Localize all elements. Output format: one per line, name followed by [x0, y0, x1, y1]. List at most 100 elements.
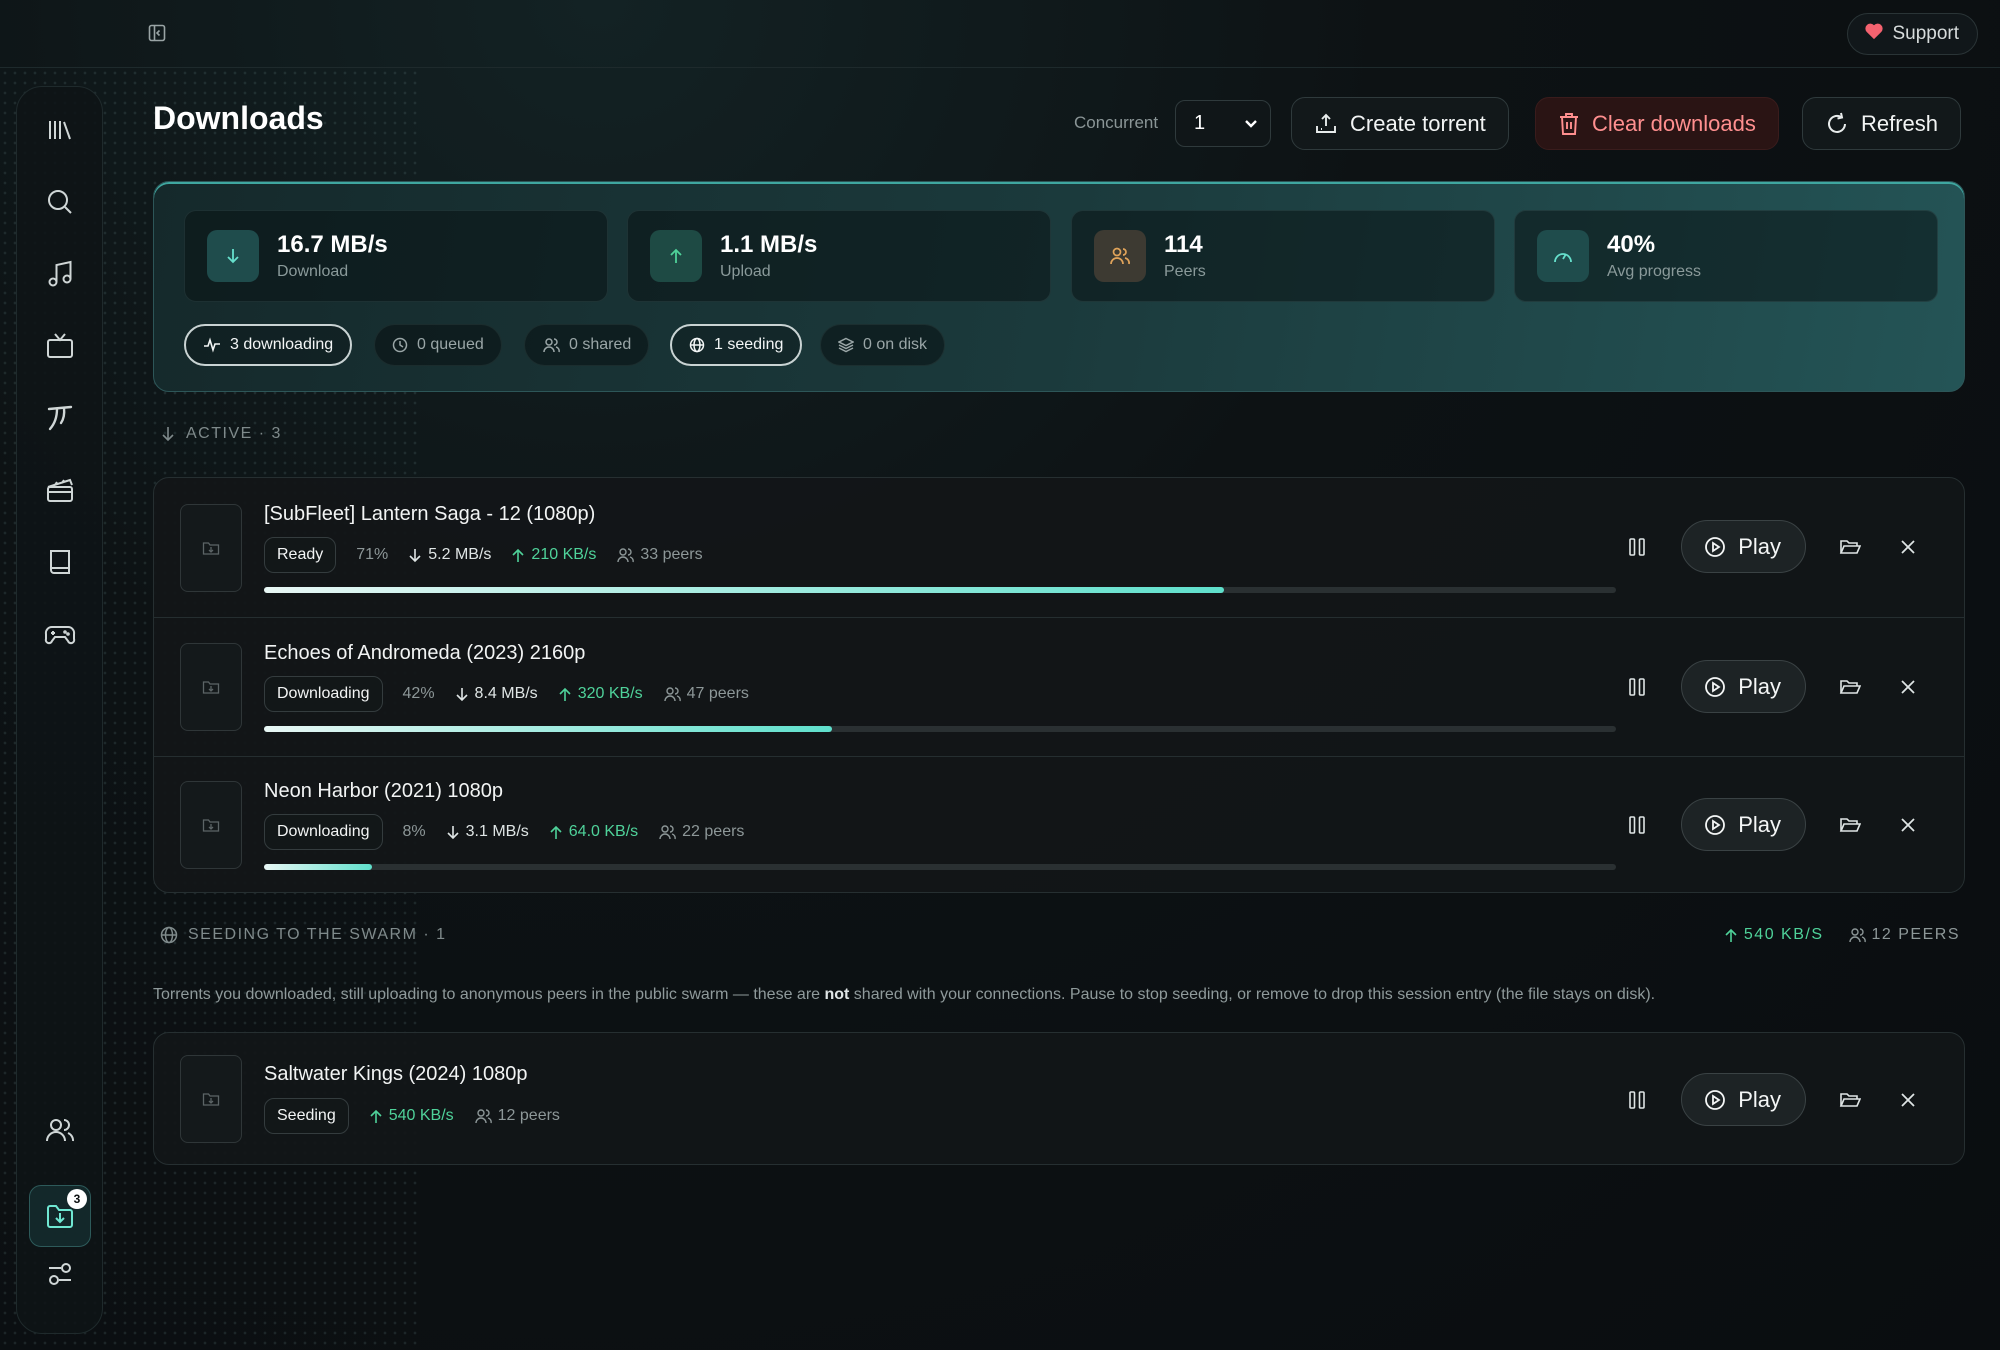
nav-books[interactable] [29, 531, 91, 593]
seeding-total-peers: 12 PEERS [1848, 926, 1960, 944]
list-item: Neon Harbor (2021) 1080p Downloading 8% … [154, 756, 1964, 892]
row-actions: Play [1623, 1073, 1922, 1126]
open-folder-button[interactable] [1836, 673, 1864, 701]
pause-button[interactable] [1623, 533, 1651, 561]
nav-games[interactable] [29, 603, 91, 665]
settings-sliders-icon [49, 1263, 71, 1285]
filter-chip-on-disk[interactable]: 0 on disk [820, 324, 946, 366]
filter-chip-downloading[interactable]: 3 downloading [184, 324, 353, 366]
chip-downloading-label: 3 downloading [230, 336, 334, 353]
filter-chip-seeding[interactable]: 1 seeding [670, 324, 803, 366]
nav-library[interactable] [29, 99, 91, 161]
play-button[interactable]: Play [1681, 1073, 1806, 1126]
people-icon [543, 338, 560, 353]
seeding-total-peers-value: 12 PEERS [1871, 926, 1960, 943]
download-rate: 8.4 MB/s [455, 685, 538, 703]
peers-icon [1094, 230, 1146, 282]
peer-count-value: 12 peers [497, 1107, 560, 1124]
clear-downloads-button[interactable]: Clear downloads [1535, 97, 1779, 150]
up-arrow-icon [370, 1109, 382, 1123]
download-rate: 3.1 MB/s [446, 823, 529, 841]
nav-movies[interactable] [29, 459, 91, 521]
movies-icon [47, 478, 73, 502]
pause-button[interactable] [1623, 1086, 1651, 1114]
status-badge: Downloading [264, 814, 383, 850]
play-label: Play [1738, 1086, 1781, 1112]
filter-chip-queued[interactable]: 0 queued [374, 324, 502, 366]
play-button[interactable]: Play [1681, 520, 1806, 573]
file-thumbnail [180, 643, 242, 731]
upload-rate-value: 320 KB/s [577, 685, 643, 702]
peer-count-value: 33 peers [640, 546, 703, 563]
tv-icon [47, 333, 73, 358]
chip-shared-label: 0 shared [569, 336, 632, 353]
nav-tv[interactable] [29, 315, 91, 377]
clock-icon [392, 337, 408, 353]
pause-icon [1629, 537, 1646, 556]
nav-downloads[interactable]: 3 [29, 1185, 91, 1247]
book-icon [50, 550, 70, 574]
pause-button[interactable] [1623, 673, 1651, 701]
peer-count-value: 22 peers [682, 823, 745, 840]
concurrent-select[interactable]: 1 [1175, 100, 1271, 147]
row-actions: Play [1623, 520, 1922, 573]
remove-button[interactable] [1894, 811, 1922, 839]
support-button[interactable]: Support [1847, 13, 1978, 55]
active-section-label: ACTIVE · 3 [160, 425, 282, 443]
globe-icon [160, 926, 178, 944]
page-title: Downloads [153, 100, 324, 136]
clear-downloads-label: Clear downloads [1592, 110, 1756, 136]
down-arrow-icon [162, 427, 174, 442]
row-actions: Play [1623, 660, 1922, 713]
upload-rate: 320 KB/s [558, 685, 643, 703]
remove-button[interactable] [1894, 1086, 1922, 1114]
play-circle-icon [1705, 676, 1726, 697]
pause-button[interactable] [1623, 811, 1651, 839]
upload-rate-value: 540 KB/s [388, 1107, 454, 1124]
torrent-title: Echoes of Andromeda (2023) 2160p [264, 642, 586, 664]
upload-rate: 540 KB/s [369, 1107, 454, 1125]
up-arrow-icon [1725, 928, 1737, 942]
refresh-button[interactable]: Refresh [1802, 97, 1962, 150]
row-actions: Play [1623, 798, 1922, 851]
upload-speed: 1.1 MB/s [720, 231, 818, 258]
library-icon [49, 121, 71, 140]
play-circle-icon [1705, 814, 1726, 835]
play-label: Play [1738, 811, 1781, 837]
filter-chip-shared[interactable]: 0 shared [524, 324, 650, 366]
people-icon [663, 687, 681, 702]
seeding-note-start: Torrents you downloaded, still uploading… [153, 986, 825, 1003]
nav-search[interactable] [29, 171, 91, 233]
stat-download: 16.7 MB/s Download [184, 210, 608, 302]
create-torrent-button[interactable]: Create torrent [1291, 97, 1509, 150]
open-folder-button[interactable] [1836, 533, 1864, 561]
download-rate-value: 8.4 MB/s [474, 685, 538, 702]
close-icon [1901, 679, 1915, 694]
support-label: Support [1892, 23, 1959, 44]
nav-friends[interactable] [29, 1099, 91, 1161]
nav-anime[interactable] [29, 387, 91, 449]
peer-count: 12 peers [474, 1107, 560, 1125]
play-button[interactable]: Play [1681, 798, 1806, 851]
down-arrow-icon [447, 826, 459, 840]
download-arrow-icon [207, 230, 259, 282]
remove-button[interactable] [1894, 533, 1922, 561]
peers-count: 114 [1164, 231, 1203, 258]
nav-music[interactable] [29, 243, 91, 305]
chip-seeding-label: 1 seeding [714, 336, 784, 353]
torrent-meta: Downloading 42% 8.4 MB/s 320 KB/s 47 pee… [264, 676, 749, 712]
nav-settings[interactable] [29, 1243, 91, 1305]
folder-open-icon [1839, 817, 1861, 832]
sidebar-toggle-icon[interactable] [146, 22, 168, 44]
folder-download-icon [202, 681, 220, 694]
active-section-text: ACTIVE · 3 [186, 425, 282, 442]
open-folder-button[interactable] [1836, 1086, 1864, 1114]
play-button[interactable]: Play [1681, 660, 1806, 713]
file-thumbnail [180, 781, 242, 869]
remove-button[interactable] [1894, 673, 1922, 701]
down-arrow-icon [455, 688, 468, 702]
open-folder-button[interactable] [1836, 811, 1864, 839]
sidebar: 3 [16, 86, 103, 1334]
avg-progress-label: Avg progress [1607, 263, 1701, 280]
torrent-title: [SubFleet] Lantern Saga - 12 (1080p) [264, 503, 596, 525]
